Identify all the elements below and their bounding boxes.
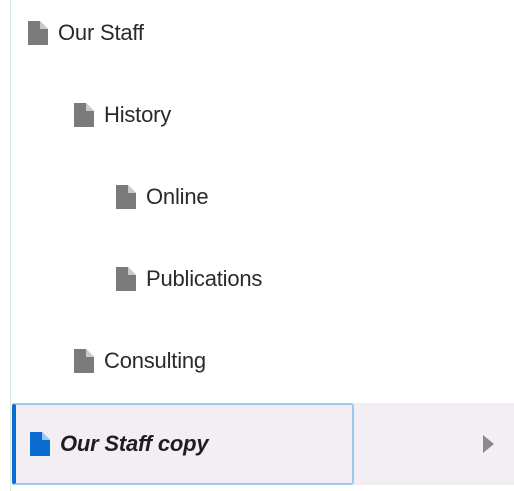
tree-item-our-staff[interactable]: Our Staff bbox=[12, 0, 514, 74]
tree-item-label: Consulting bbox=[104, 348, 206, 373]
document-icon bbox=[116, 267, 136, 291]
tree-item-label: Publications bbox=[146, 266, 263, 291]
tree-item-consulting[interactable]: Consulting bbox=[12, 320, 514, 402]
tree-item-publications[interactable]: Publications bbox=[12, 238, 514, 320]
tree-item-online[interactable]: Online bbox=[12, 156, 514, 238]
tree-item-label: Our Staff bbox=[58, 20, 144, 45]
tree-guide-line bbox=[10, 0, 11, 491]
document-icon bbox=[74, 103, 94, 127]
tree-item-label: Our Staff copy bbox=[60, 431, 209, 456]
document-icon bbox=[30, 432, 50, 456]
document-icon bbox=[74, 349, 94, 373]
tree-item-label: History bbox=[104, 102, 172, 127]
chevron-right-icon[interactable] bbox=[483, 435, 494, 453]
page-tree: Our Staff History Online Publications Co… bbox=[0, 0, 514, 491]
tree-item-history[interactable]: History bbox=[12, 74, 514, 156]
document-icon bbox=[116, 185, 136, 209]
document-icon bbox=[28, 21, 48, 45]
tree-item-our-staff-copy[interactable]: Our Staff copy bbox=[12, 403, 514, 485]
tree-item-label: Online bbox=[146, 184, 209, 209]
